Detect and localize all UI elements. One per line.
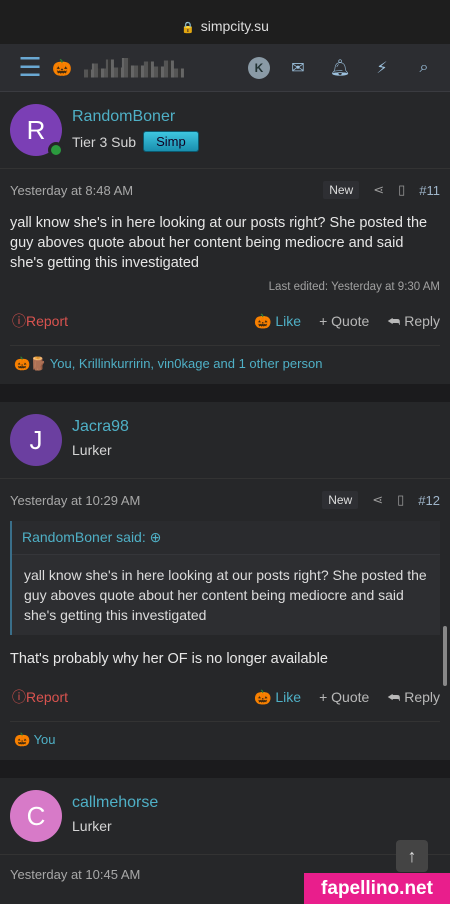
user-title: Lurker (72, 442, 112, 458)
pumpkin-icon: 🎃 (254, 688, 276, 705)
username-link[interactable]: callmehorse (72, 794, 158, 812)
post-number[interactable]: #12 (418, 493, 440, 508)
new-badge: New (323, 181, 360, 199)
quote-button[interactable]: + Quote (319, 689, 369, 705)
post-actions: ⓘReport 🎃 Like + Quote ⮪ Reply (0, 669, 450, 721)
post-meta: Yesterday at 10:29 AM New ⋖ ▯ #12 (0, 479, 450, 509)
post-body: That's probably why her OF is no longer … (10, 651, 328, 667)
reply-button[interactable]: ⮪ Reply (387, 313, 440, 330)
avatar[interactable]: J (10, 414, 62, 466)
url-display[interactable]: 🔒 simpcity.su (0, 18, 450, 34)
reaction-icons: 🎃 (14, 732, 34, 747)
report-button[interactable]: ⓘReport (12, 687, 68, 707)
post-header: R RandomBoner Tier 3 Sub Simp (0, 92, 450, 169)
share-icon[interactable]: ⋖ (372, 492, 383, 508)
new-badge: New (322, 491, 359, 509)
post-body: yall know she's in here looking at our p… (10, 215, 428, 271)
post-number[interactable]: #11 (419, 183, 440, 198)
search-icon[interactable]: ⌕ (410, 59, 438, 77)
pumpkin-icon: 🎃 (52, 59, 72, 77)
like-button[interactable]: 🎃 Like (254, 689, 301, 706)
post-actions: ⓘReport 🎃 Like + Quote ⮪ Reply (0, 293, 450, 345)
watermark: fapellino.net (304, 873, 450, 904)
reactions-bar[interactable]: 🎃 You (10, 721, 440, 760)
user-title: Tier 3 Sub (72, 133, 137, 150)
warning-icon: ⓘ (12, 689, 26, 705)
site-navbar: ☰ 🎃 K ✉ 🔔︎ ⚡︎ ⌕ (0, 44, 450, 92)
mail-icon[interactable]: ✉ (284, 58, 312, 78)
like-button[interactable]: 🎃 Like (254, 313, 301, 330)
arrow-up-circle-icon[interactable]: ⊕ (150, 529, 162, 545)
city-skyline-logo (83, 57, 184, 78)
post-date[interactable]: Yesterday at 10:29 AM (10, 493, 140, 508)
post-12: J Jacra98 Lurker Yesterday at 10:29 AM N… (0, 402, 450, 760)
browser-url-bar: 🔒 simpcity.su (0, 0, 450, 44)
reply-icon: ⮪ (387, 312, 405, 329)
avatar[interactable]: C (10, 790, 62, 842)
scroll-to-top-button[interactable]: ↑ (396, 840, 428, 872)
lock-icon: 🔒 (181, 22, 195, 34)
lightning-icon[interactable]: ⚡︎ (368, 58, 396, 78)
post-header: C callmehorse Lurker (0, 778, 450, 855)
post-header: J Jacra98 Lurker (0, 402, 450, 479)
quote-author[interactable]: RandomBoner said: ⊕ (12, 521, 440, 555)
arrow-up-icon: ↑ (407, 845, 417, 866)
post-date[interactable]: Yesterday at 10:45 AM (10, 867, 140, 882)
avatar[interactable]: R (10, 104, 64, 158)
plus-icon: + (319, 313, 332, 329)
user-title: Lurker (72, 818, 112, 834)
site-logo[interactable] (83, 57, 184, 79)
last-edited: Last edited: Yesterday at 9:30 AM (268, 281, 440, 293)
bell-icon[interactable]: 🔔︎ (326, 58, 354, 78)
post-11: R RandomBoner Tier 3 Sub Simp Yesterday … (0, 92, 450, 384)
plus-icon: + (319, 689, 332, 705)
quote-button[interactable]: + Quote (319, 313, 369, 329)
quote-text: yall know she's in here looking at our p… (24, 567, 427, 623)
reply-icon: ⮪ (387, 688, 405, 705)
post-date[interactable]: Yesterday at 8:48 AM (10, 183, 133, 198)
account-avatar[interactable]: K (248, 56, 270, 79)
post-meta: Yesterday at 8:48 AM New ⋖ ▯ #11 (0, 169, 450, 199)
report-button[interactable]: ⓘReport (12, 311, 68, 331)
share-icon[interactable]: ⋖ (373, 182, 384, 198)
bookmark-icon[interactable]: ▯ (397, 492, 404, 508)
user-badge: Simp (144, 132, 198, 151)
reply-button[interactable]: ⮪ Reply (387, 689, 440, 706)
hamburger-menu-icon[interactable]: ☰ (14, 52, 46, 83)
reactions-bar[interactable]: 🎃🪵 You, Krillinkurririn, vin0kage and 1 … (10, 345, 440, 384)
pumpkin-icon: 🎃 (254, 312, 276, 329)
scrollbar[interactable] (443, 626, 447, 686)
bookmark-icon[interactable]: ▯ (398, 182, 405, 198)
quote-block: RandomBoner said: ⊕ yall know she's in h… (10, 521, 440, 635)
username-link[interactable]: Jacra98 (72, 418, 129, 436)
username-link[interactable]: RandomBoner (72, 108, 198, 126)
online-status-icon (48, 142, 64, 158)
reaction-icons: 🎃🪵 (14, 356, 50, 371)
warning-icon: ⓘ (12, 313, 26, 329)
